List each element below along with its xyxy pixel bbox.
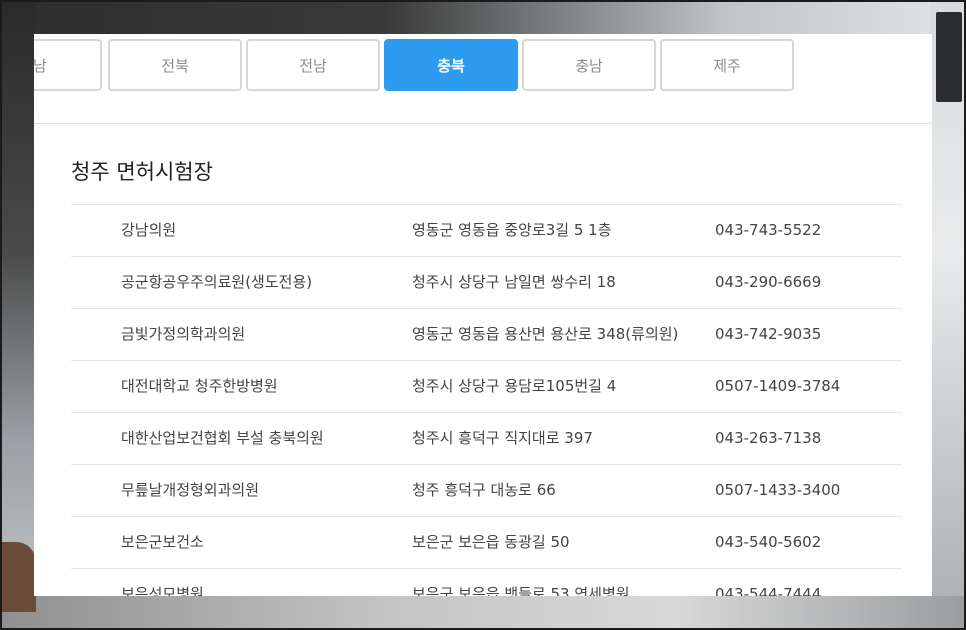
- hospital-name: 대전대학교 청주한방병원: [121, 377, 278, 395]
- hospital-table: 강남의원 영동군 영동읍 중앙로3길 5 1층 043-743-5522 공군항…: [71, 204, 902, 596]
- table-row: 강남의원 영동군 영동읍 중앙로3길 5 1층 043-743-5522: [71, 205, 902, 257]
- table-row: 대한산업보건협회 부설 충북의원 청주시 흥덕구 직지대로 397 043-26…: [71, 413, 902, 465]
- tab-gyeongnam[interactable]: 경남: [34, 39, 102, 91]
- tab-jeonnam[interactable]: 전남: [246, 39, 380, 91]
- table-row: 보은군보건소 보은군 보은읍 동광길 50 043-540-5602: [71, 517, 902, 569]
- hospital-name: 보은군보건소: [121, 533, 204, 551]
- hospital-phone: 043-742-9035: [715, 325, 822, 343]
- hospital-name: 강남의원: [121, 221, 177, 239]
- table-row: 공군항공우주의료원(생도전용) 청주시 상당구 남일면 쌍수리 18 043-2…: [71, 257, 902, 309]
- hospital-address: 영동군 영동읍 중앙로3길 5 1층: [412, 221, 612, 239]
- hospital-address: 청주시 상당구 용담로105번길 4: [412, 377, 617, 395]
- table-row: 보은성모병원 보은군 보은읍 뱃들로 53 연세병원 043-544-7444: [71, 569, 902, 596]
- background-left: [2, 2, 36, 628]
- hospital-address: 청주 흥덕구 대농로 66: [412, 481, 556, 499]
- hospital-phone: 0507-1409-3784: [715, 377, 841, 395]
- content-panel: 경남 전북 전남 충북 충남 제주 청주 면허시험장 강남의원 영동군 영동읍 …: [34, 34, 932, 596]
- hospital-name: 대한산업보건협회 부설 충북의원: [121, 429, 324, 447]
- hospital-address: 청주시 흥덕구 직지대로 397: [412, 429, 593, 447]
- hospital-address: 보은군 보은읍 동광길 50: [412, 533, 570, 551]
- hospital-phone: 043-540-5602: [715, 533, 822, 551]
- section-title: 청주 면허시험장: [71, 160, 213, 184]
- region-tabs: 경남 전북 전남 충북 충남 제주: [34, 34, 932, 124]
- hospital-address: 청주시 상당구 남일면 쌍수리 18: [412, 273, 616, 291]
- background-top: [2, 2, 964, 38]
- background-bottom: [2, 596, 964, 628]
- background-chair: [2, 542, 36, 612]
- hospital-name: 금빛가정의학과의원: [121, 325, 246, 343]
- hospital-phone: 043-263-7138: [715, 429, 822, 447]
- tabs-divider: [34, 123, 932, 124]
- tab-chungnam[interactable]: 충남: [522, 39, 656, 91]
- hospital-address: 영동군 영동읍 용산면 용산로 348(류의원): [412, 325, 679, 343]
- tab-jeju[interactable]: 제주: [660, 39, 794, 91]
- table-row: 무릎날개정형외과의원 청주 흥덕구 대농로 66 0507-1433-3400: [71, 465, 902, 517]
- hospital-name: 공군항공우주의료원(생도전용): [121, 273, 313, 291]
- hospital-address: 보은군 보은읍 뱃들로 53 연세병원: [412, 585, 630, 596]
- table-row: 금빛가정의학과의원 영동군 영동읍 용산면 용산로 348(류의원) 043-7…: [71, 309, 902, 361]
- table-row: 대전대학교 청주한방병원 청주시 상당구 용담로105번길 4 0507-140…: [71, 361, 902, 413]
- hospital-phone: 0507-1433-3400: [715, 481, 841, 499]
- background-window: [936, 12, 962, 102]
- hospital-name: 보은성모병원: [121, 585, 204, 596]
- hospital-phone: 043-544-7444: [715, 585, 822, 596]
- hospital-phone: 043-743-5522: [715, 221, 822, 239]
- hospital-phone: 043-290-6669: [715, 273, 822, 291]
- tab-jeonbuk[interactable]: 전북: [108, 39, 242, 91]
- tab-chungbuk[interactable]: 충북: [384, 39, 518, 91]
- hospital-name: 무릎날개정형외과의원: [121, 481, 260, 499]
